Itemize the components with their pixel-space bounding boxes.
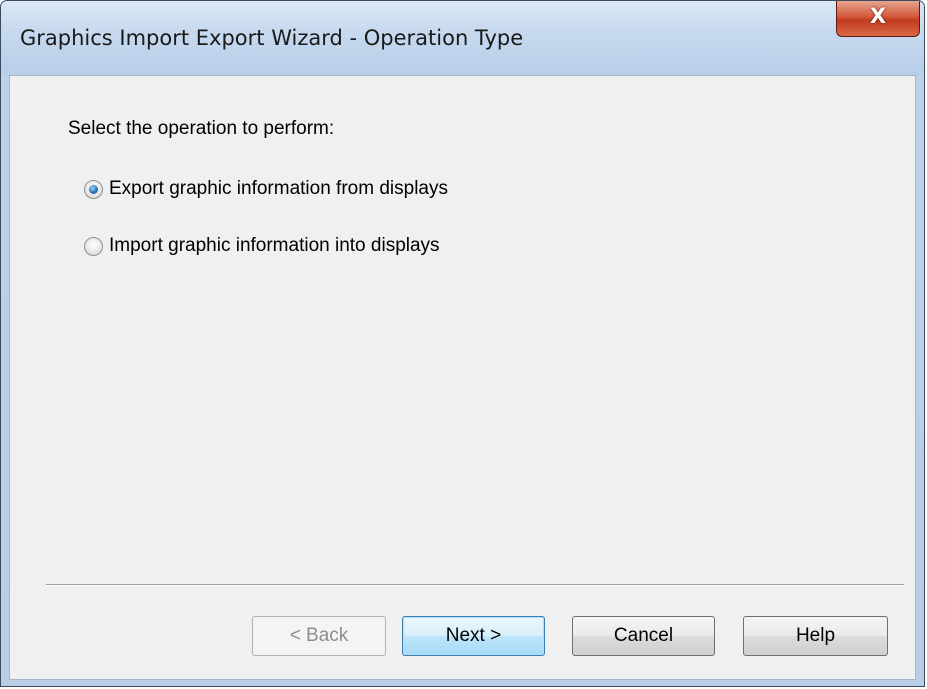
cancel-button[interactable]: Cancel [572, 616, 715, 656]
import-radio-button[interactable] [84, 236, 103, 256]
export-option[interactable]: Export graphic information from displays [84, 176, 448, 202]
dialog-body: Select the operation to perform: Export … [9, 75, 916, 680]
next-button[interactable]: Next > [402, 616, 545, 656]
close-icon: X [869, 4, 887, 28]
export-radio-button[interactable] [84, 179, 103, 199]
wizard-window: Graphics Import Export Wizard - Operatio… [0, 0, 925, 687]
import-option-label[interactable]: Import graphic information into displays [109, 235, 440, 257]
close-button[interactable]: X [836, 1, 920, 37]
button-separator [46, 584, 904, 586]
window-title: Graphics Import Export Wizard - Operatio… [20, 26, 524, 50]
title-bar[interactable]: Graphics Import Export Wizard - Operatio… [1, 1, 924, 75]
export-option-label[interactable]: Export graphic information from displays [109, 178, 448, 200]
import-option[interactable]: Import graphic information into displays [84, 233, 440, 259]
operation-prompt: Select the operation to perform: [68, 118, 335, 139]
help-button[interactable]: Help [743, 616, 888, 656]
back-button: < Back [252, 616, 386, 656]
